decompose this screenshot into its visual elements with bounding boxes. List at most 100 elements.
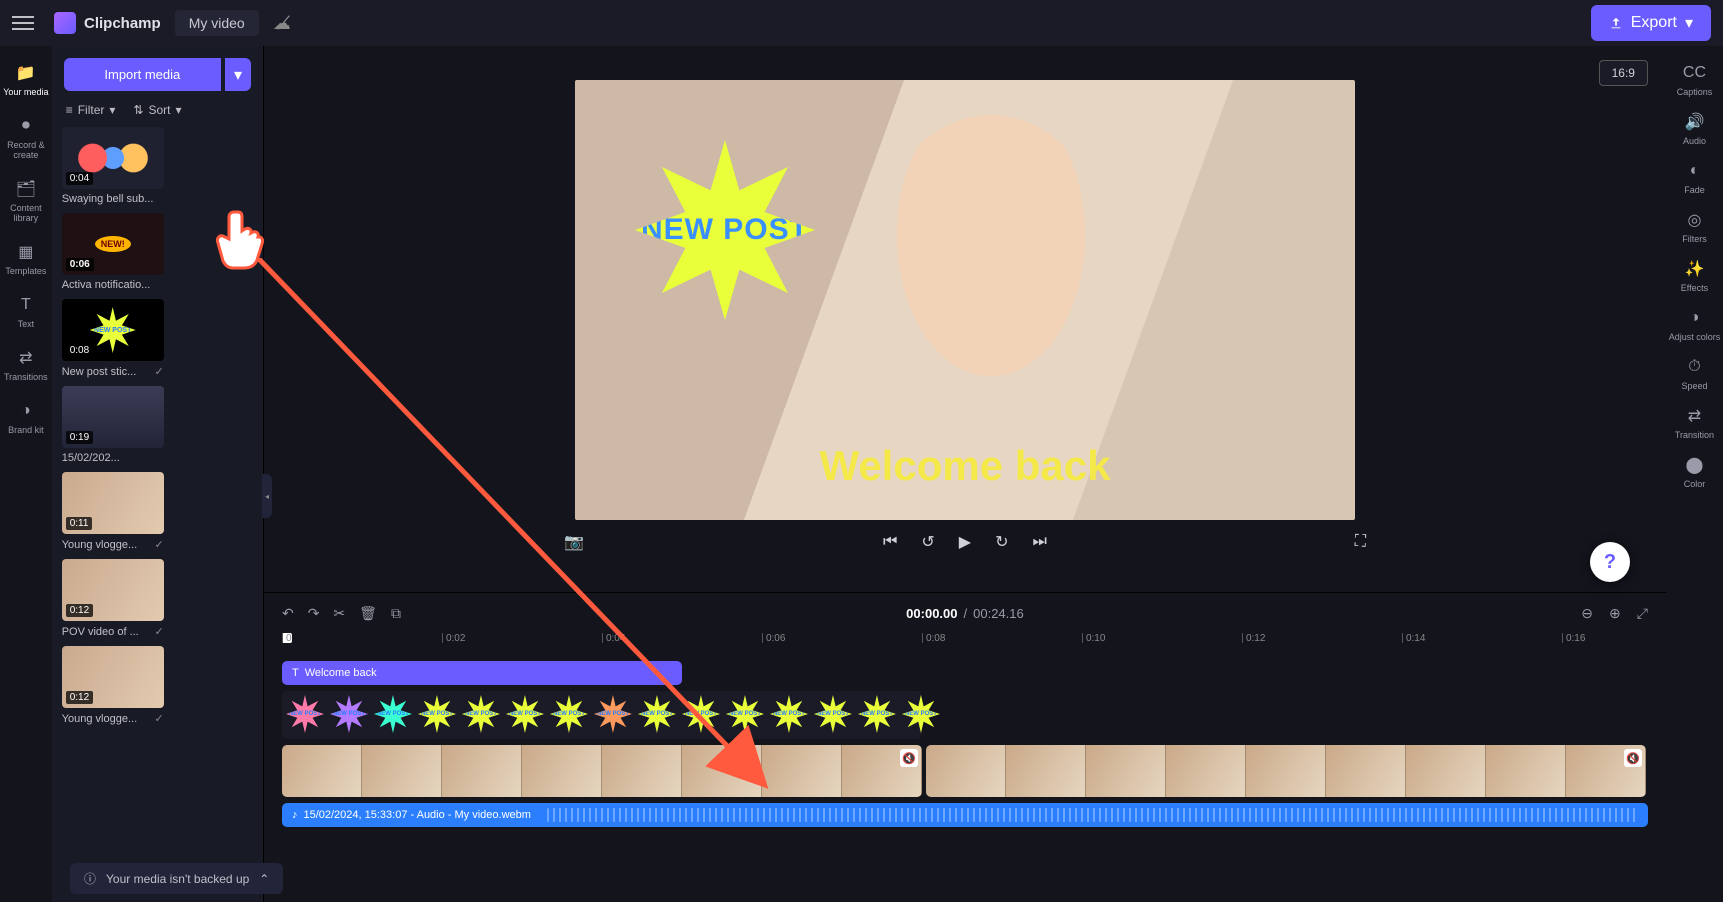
media-item[interactable]: 0:12POV video of ...✓ <box>62 559 164 638</box>
timeline-ruler[interactable]: 00:020:040:060:080:100:120:140:16 <box>282 633 1648 655</box>
right-rail-effects[interactable]: ✨Effects <box>1666 252 1723 299</box>
right-rail-color[interactable]: ⬤Color <box>1666 448 1723 495</box>
media-item[interactable]: 0:1915/02/202... <box>62 386 164 464</box>
help-button[interactable]: ? <box>1590 542 1630 582</box>
duplicate-button[interactable]: ⧉ <box>391 605 401 622</box>
rail-icon: ⬤ <box>1683 454 1705 476</box>
sticker-frame: NEW POST <box>504 693 546 735</box>
rail-icon: ⏱ <box>1683 356 1705 378</box>
media-thumbnail[interactable]: NEW!0:06 <box>62 213 164 275</box>
sticker-frame: NEW POST <box>768 693 810 735</box>
media-thumbnail[interactable]: 0:19 <box>62 386 164 448</box>
media-item[interactable]: NEW POST0:08New post stic...✓ <box>62 299 164 378</box>
media-name: POV video of ... <box>62 626 139 638</box>
import-media-dropdown[interactable]: ▾ <box>225 58 251 91</box>
zoom-fit-button[interactable]: ⤢ <box>1637 605 1648 622</box>
media-name: Young vlogge... <box>62 713 137 725</box>
right-rail-speed[interactable]: ⏱Speed <box>1666 350 1723 397</box>
fullscreen-button[interactable]: ⛶ <box>1355 533 1366 551</box>
mute-icon[interactable]: 🔇 <box>1624 749 1642 767</box>
left-rail-text[interactable]: TText <box>0 288 52 335</box>
left-rail-your-media[interactable]: 📁Your media <box>0 56 52 103</box>
text-overlay[interactable]: Welcome back <box>819 442 1110 490</box>
aspect-ratio-button[interactable]: 16:9 <box>1599 60 1648 86</box>
zoom-in-button[interactable]: ⊕ <box>1609 605 1621 622</box>
preview-content <box>871 115 1111 415</box>
right-rail-audio[interactable]: 🔊Audio <box>1666 105 1723 152</box>
left-rail-record-create[interactable]: ⏺Record & create <box>0 109 52 166</box>
project-name-input[interactable]: My video <box>175 10 259 36</box>
media-name: Swaying bell sub... <box>62 193 154 205</box>
media-duration: 0:11 <box>66 517 93 530</box>
media-duration: 0:06 <box>66 258 94 271</box>
media-thumbnail[interactable]: 0:12 <box>62 559 164 621</box>
ruler-tick: 0 <box>282 633 292 643</box>
export-button[interactable]: Export ▾ <box>1591 5 1711 41</box>
sticker-frame: NEW POST <box>636 693 678 735</box>
next-clip-button[interactable]: ⏭ <box>1033 533 1047 551</box>
rail-icon: 🗂 <box>15 178 37 200</box>
waveform <box>547 808 1638 822</box>
sticker-frame: NEW POST <box>724 693 766 735</box>
left-rail-transitions[interactable]: ⇄Transitions <box>0 341 52 388</box>
chevron-up-icon: ⌃ <box>259 872 269 886</box>
sticker-frame: NEW POST <box>592 693 634 735</box>
rail-icon: ◎ <box>1683 209 1705 231</box>
filter-button[interactable]: ≡Filter▾ <box>66 103 116 117</box>
right-rail-transition[interactable]: ⇄Transition <box>1666 399 1723 446</box>
media-thumbnail[interactable]: NEW POST0:08 <box>62 299 164 361</box>
rail-icon: ◐ <box>1683 160 1705 182</box>
text-clip[interactable]: T Welcome back <box>282 661 682 685</box>
rail-icon: ◑ <box>1683 307 1705 329</box>
backup-message: Your media isn't backed up <box>106 872 249 886</box>
rewind-button[interactable]: ↺ <box>921 532 934 552</box>
ruler-tick: 0:08 <box>922 633 945 643</box>
media-item[interactable]: 0:12Young vlogge...✓ <box>62 646 164 725</box>
redo-button[interactable]: ↷ <box>308 605 320 622</box>
rail-icon: T <box>15 294 37 316</box>
left-rail-templates[interactable]: ▦Templates <box>0 235 52 282</box>
forward-button[interactable]: ↻ <box>995 532 1008 552</box>
undo-button[interactable]: ↶ <box>282 605 294 622</box>
split-button[interactable]: ✂ <box>333 605 345 622</box>
media-item[interactable]: NEW!0:06Activa notificatio... <box>62 213 164 291</box>
mute-icon[interactable]: 🔇 <box>900 749 918 767</box>
brand-logo[interactable]: Clipchamp <box>54 12 161 34</box>
right-rail-adjust-colors[interactable]: ◑Adjust colors <box>1666 301 1723 348</box>
right-rail-captions[interactable]: CCCaptions <box>1666 56 1723 103</box>
video-clip-2[interactable]: 🔇 <box>926 745 1646 797</box>
rail-icon: ✨ <box>1683 258 1705 280</box>
rail-icon: 🔊 <box>1683 111 1705 133</box>
rail-icon: ⇄ <box>1683 405 1705 427</box>
menu-button[interactable] <box>12 9 40 37</box>
zoom-out-button[interactable]: ⊖ <box>1581 605 1593 622</box>
sticker-frame: NEW POST <box>548 693 590 735</box>
backup-warning[interactable]: ⓘ Your media isn't backed up ⌃ <box>70 863 283 894</box>
left-rail-brand-kit[interactable]: ◑Brand kit <box>0 394 52 441</box>
audio-clip[interactable]: ♪ 15/02/2024, 15:33:07 - Audio - My vide… <box>282 803 1648 827</box>
media-thumbnail[interactable]: 0:11 <box>62 472 164 534</box>
play-button[interactable]: ▶ <box>959 532 971 552</box>
media-item[interactable]: 0:04 Swaying bell sub... <box>62 127 164 205</box>
preview-canvas[interactable]: NEW POST Welcome back <box>575 80 1355 520</box>
media-thumbnail[interactable]: 0:04 <box>62 127 164 189</box>
sort-icon: ⇅ <box>133 103 143 117</box>
media-duration: 0:08 <box>66 344 93 357</box>
video-clip-1[interactable]: 🔇 <box>282 745 922 797</box>
cloud-off-icon[interactable]: ☁̸ <box>273 13 291 34</box>
right-rail-fade[interactable]: ◐Fade <box>1666 154 1723 201</box>
sort-button[interactable]: ⇅Sort▾ <box>133 103 181 117</box>
ruler-tick: 0:10 <box>1082 633 1105 643</box>
media-duration: 0:19 <box>66 431 93 444</box>
snapshot-button[interactable]: 📷 <box>564 532 584 552</box>
media-item[interactable]: 0:11Young vlogge...✓ <box>62 472 164 551</box>
media-thumbnail[interactable]: 0:12 <box>62 646 164 708</box>
ruler-tick: 0:06 <box>762 633 785 643</box>
import-media-button[interactable]: Import media <box>64 58 221 91</box>
right-rail-filters[interactable]: ◎Filters <box>1666 203 1723 250</box>
prev-clip-button[interactable]: ⏮ <box>883 533 897 551</box>
delete-button[interactable]: 🗑 <box>359 605 377 622</box>
left-rail-content-library[interactable]: 🗂Content library <box>0 172 52 229</box>
sticker-clip[interactable]: NEW POSTNEW POSTNEW POSTNEW POSTNEW POST… <box>282 691 922 739</box>
sticker-overlay[interactable]: NEW POST <box>635 140 815 320</box>
